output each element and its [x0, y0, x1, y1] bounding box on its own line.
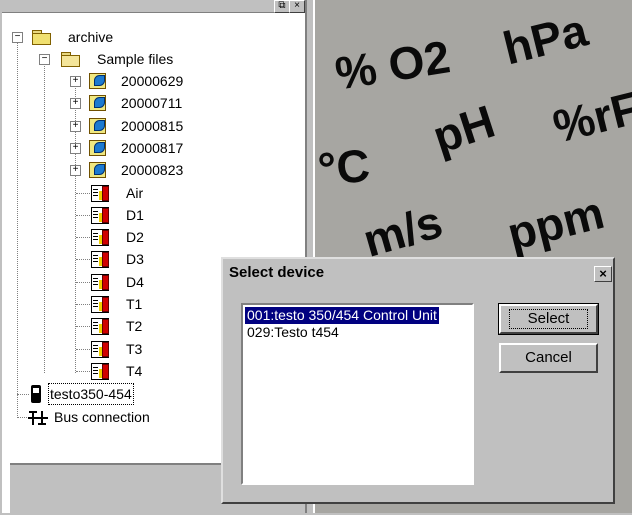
measurement-icon — [90, 272, 110, 292]
measurement-icon — [90, 205, 110, 225]
unit-label: °C — [315, 138, 372, 196]
bus-connection-icon — [28, 411, 48, 425]
archive-folder-icon — [87, 93, 107, 113]
tree-guide — [17, 394, 29, 395]
device-icon — [31, 385, 41, 403]
tree-item-label: T4 — [126, 363, 143, 379]
tree-item-label: D3 — [126, 251, 144, 267]
unit-label: ppm — [502, 186, 609, 260]
measurement-icon — [90, 339, 110, 359]
device-list-item[interactable]: 001:testo 350/454 Control Unit — [245, 307, 439, 324]
collapse-icon[interactable]: − — [12, 32, 23, 43]
tree-item-label: T2 — [126, 318, 143, 334]
tree-item-label: T1 — [126, 296, 143, 312]
folder-open-icon — [61, 52, 80, 67]
tree-item-label: D1 — [126, 207, 144, 223]
tree-guide — [76, 304, 90, 305]
close-pane-button[interactable]: × — [289, 0, 305, 13]
tree-item-label: D4 — [126, 274, 144, 290]
expand-icon[interactable]: + — [70, 76, 81, 87]
close-icon[interactable]: × — [594, 266, 612, 282]
expand-icon[interactable]: + — [70, 165, 81, 176]
dialog-titlebar[interactable]: Select device × — [226, 262, 612, 284]
archive-folder-icon — [87, 138, 107, 158]
tree-guide — [76, 259, 90, 260]
expand-icon[interactable]: + — [70, 121, 81, 132]
measurement-icon — [90, 227, 110, 247]
tree-toolbar: ⧉ × — [2, 0, 305, 13]
tree-guide — [44, 60, 45, 373]
tree-guide — [76, 215, 90, 216]
tree-guide — [17, 40, 18, 418]
tree-guide — [76, 326, 90, 327]
tree-guide — [76, 349, 90, 350]
archive-folder-icon — [87, 71, 107, 91]
restore-button[interactable]: ⧉ — [274, 0, 290, 13]
expand-icon[interactable]: + — [70, 98, 81, 109]
measurement-icon — [90, 361, 110, 381]
tree-item-label: 20000629 — [121, 73, 184, 89]
tree-item-label: archive — [68, 29, 114, 45]
collapse-icon[interactable]: − — [39, 54, 50, 65]
tree-item-label: 20000823 — [121, 162, 184, 178]
device-listbox[interactable]: 001:testo 350/454 Control Unit 029:Testo… — [241, 303, 474, 485]
expand-icon[interactable]: + — [70, 143, 81, 154]
select-button-label: Select — [508, 309, 589, 329]
archive-folder-icon — [87, 160, 107, 180]
tree-item-label: 20000817 — [121, 140, 184, 156]
measurement-icon — [90, 183, 110, 203]
select-button[interactable]: Select — [498, 303, 599, 335]
unit-label: hPa — [497, 3, 593, 75]
folder-open-icon — [32, 30, 51, 45]
tree-item-label: Bus connection — [54, 409, 150, 425]
select-device-dialog: Select device × 001:testo 350/454 Contro… — [221, 257, 615, 504]
dialog-title: Select device — [229, 264, 325, 281]
tree-item-label: 20000711 — [121, 95, 183, 111]
tree-item-label: Air — [126, 185, 144, 201]
tree-guide — [76, 282, 90, 283]
tree-item-label: testo350-454 — [48, 383, 134, 405]
cancel-button[interactable]: Cancel — [499, 343, 598, 373]
tree-guide — [76, 237, 90, 238]
tree-item-label: D2 — [126, 229, 144, 245]
device-list-item[interactable]: 029:Testo t454 — [245, 324, 341, 341]
measurement-icon — [90, 316, 110, 336]
measurement-icon — [90, 294, 110, 314]
tree-guide — [76, 193, 90, 194]
unit-label: pH — [426, 94, 501, 164]
tree-guide — [76, 371, 90, 372]
archive-folder-icon — [87, 116, 107, 136]
unit-label: % O2 — [331, 30, 454, 100]
cancel-button-label: Cancel — [525, 349, 572, 366]
measurement-icon — [90, 249, 110, 269]
unit-label: %rF — [548, 81, 632, 153]
tree-item-label: 20000815 — [121, 118, 184, 134]
tree-item-label: Sample files — [97, 51, 174, 67]
tree-item-label: T3 — [126, 341, 143, 357]
tree-guide — [17, 417, 27, 418]
